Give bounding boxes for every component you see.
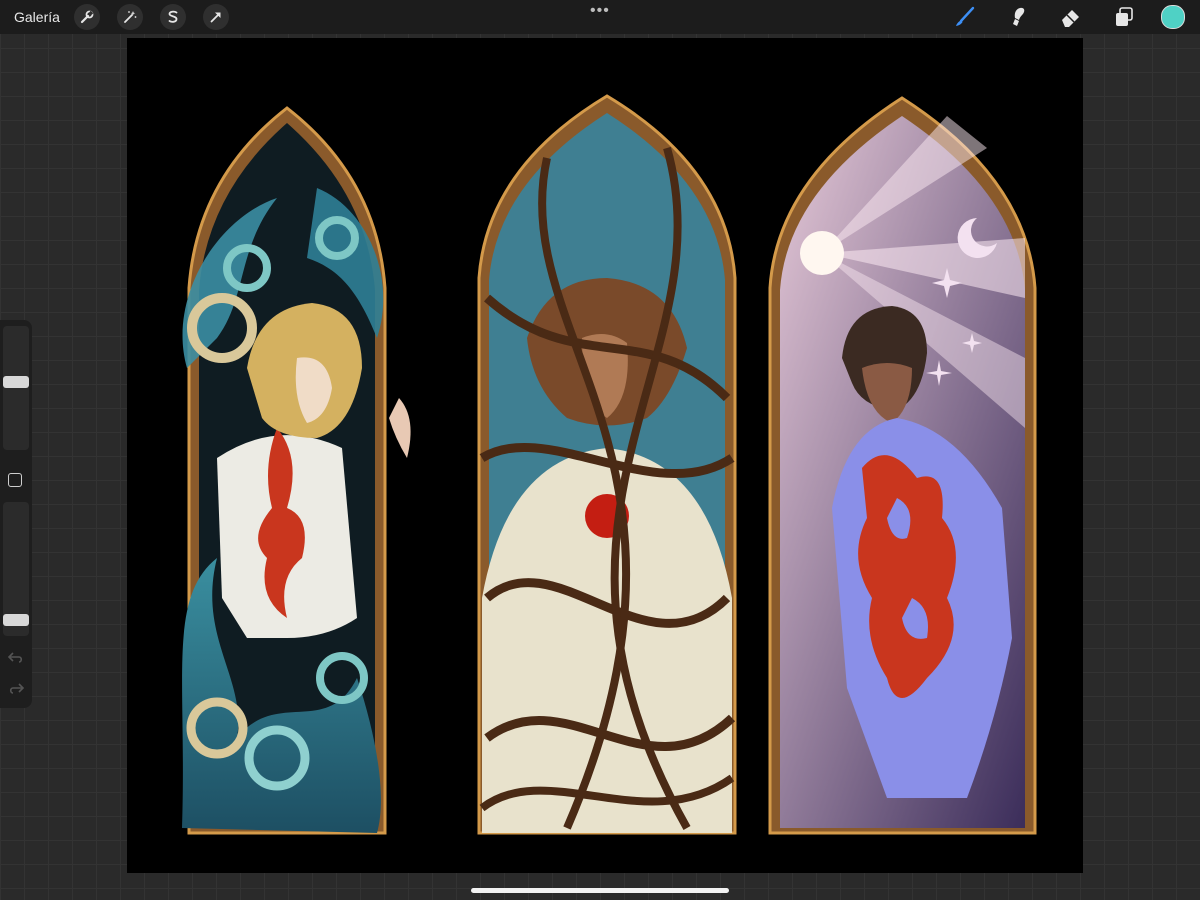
left-window [182,106,411,835]
magic-wand-icon [124,11,137,23]
brush-size-thumb[interactable] [3,376,29,389]
smudge-icon [1013,7,1025,26]
more-options-button[interactable]: ••• [590,2,610,20]
right-toolbar [928,0,1200,34]
undo-icon [7,652,23,663]
eraser-button[interactable] [1055,1,1087,33]
color-picker-button[interactable] [1161,5,1185,29]
gallery-button[interactable]: Galería [14,9,60,25]
smudge-button[interactable] [1002,1,1034,33]
layers-button[interactable] [1108,1,1140,33]
undo-button[interactable] [6,647,26,667]
brush-icon [956,6,975,26]
drawing-canvas[interactable] [127,38,1083,873]
middle-window [477,94,737,835]
transform-arrow-icon [210,12,221,23]
home-indicator[interactable] [471,888,729,893]
right-window [768,96,1037,835]
stained-glass-artwork [182,94,1037,835]
eraser-icon [1062,10,1079,27]
selection-icon [168,10,178,23]
left-sidebar [0,320,32,708]
brush-opacity-thumb[interactable] [3,614,29,627]
selection-button[interactable] [159,4,186,30]
modify-button[interactable] [8,473,22,487]
actions-button[interactable] [73,4,100,30]
top-toolbar: Galería ••• [0,0,1200,34]
layers-icon [1116,7,1133,26]
adjustments-button[interactable] [116,4,143,30]
brush-size-slider[interactable] [3,326,29,450]
brush-button[interactable] [949,1,981,33]
transform-button[interactable] [202,4,229,30]
redo-icon [9,683,25,694]
wrench-icon [80,10,94,24]
redo-button[interactable] [6,678,26,698]
brush-opacity-slider[interactable] [3,502,29,636]
